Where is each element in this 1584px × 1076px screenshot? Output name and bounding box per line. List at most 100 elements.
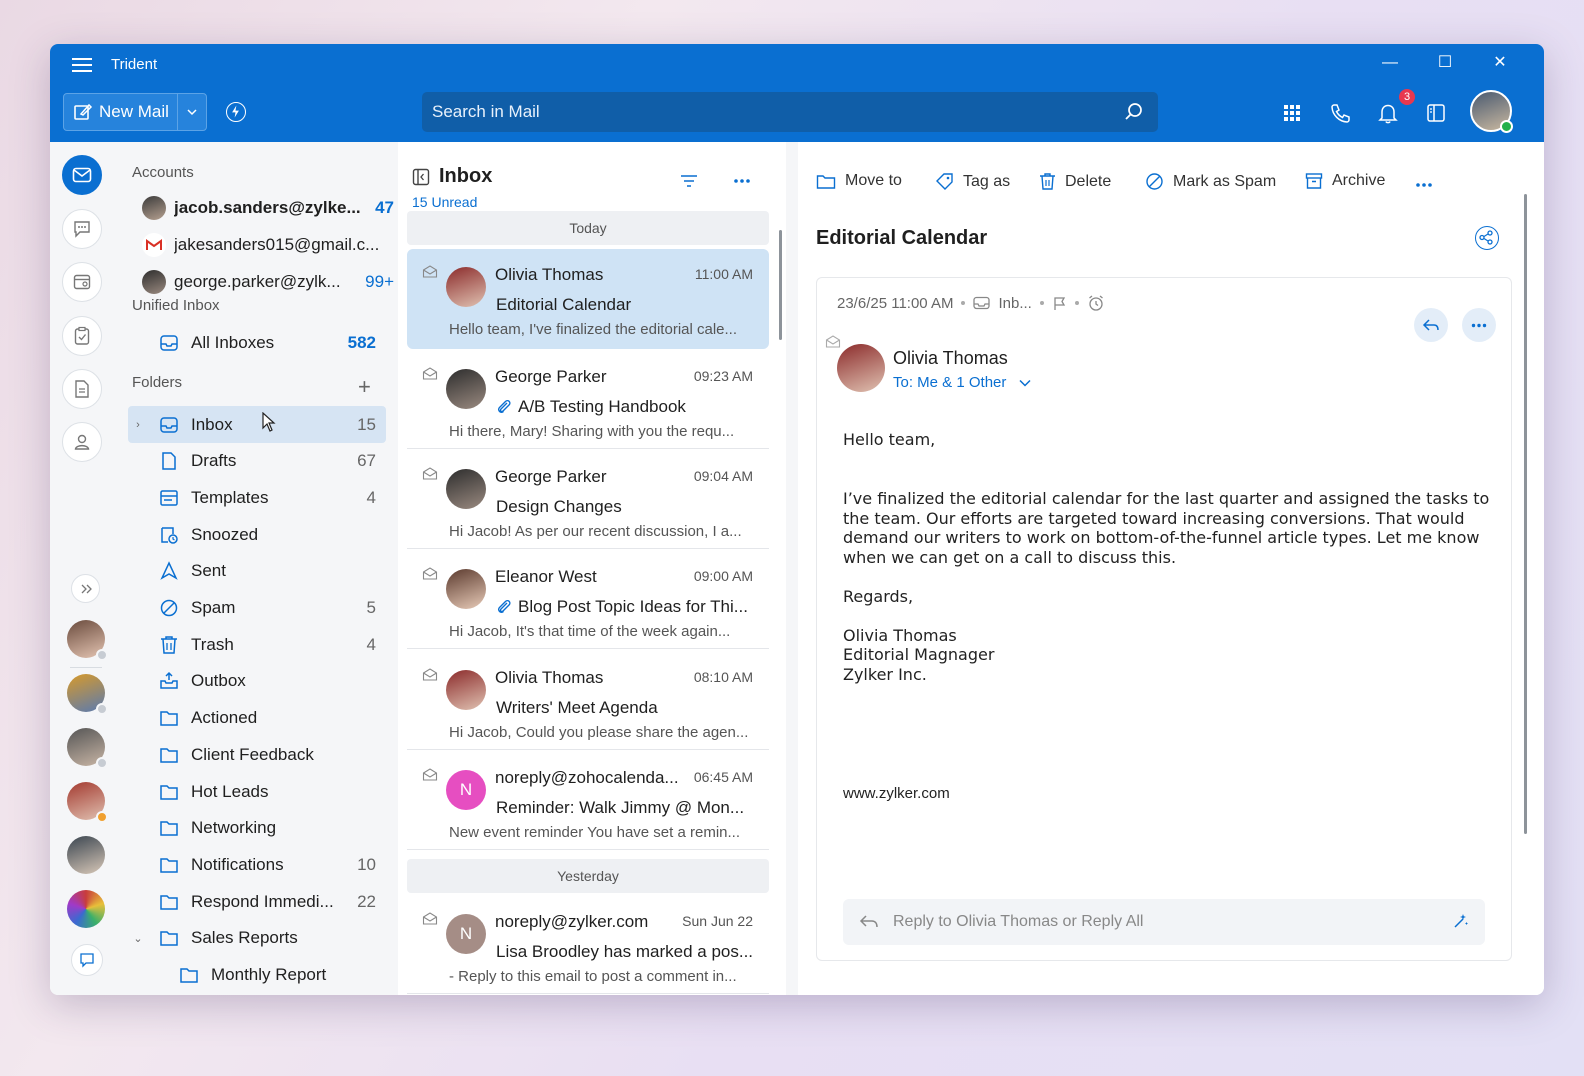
contact-avatar[interactable] (67, 674, 108, 715)
mail-list-item[interactable]: Eleanor West 09:00 AM Blog Post Topic Idea… (407, 551, 769, 649)
rail-chat-button[interactable] (62, 209, 102, 249)
folder-inbox[interactable]: › Inbox 15 (128, 406, 386, 443)
folder-outbox[interactable]: Outbox (128, 663, 386, 700)
tag-icon (936, 173, 953, 190)
chevron-right-icon[interactable]: › (128, 419, 148, 431)
reader-scrollbar[interactable] (1524, 194, 1527, 834)
mark-as-spam-button[interactable]: Mark as Spam (1145, 172, 1276, 191)
bell-icon[interactable] (1377, 102, 1399, 124)
contact-avatar[interactable] (67, 728, 108, 769)
rail-feedback-button[interactable] (71, 944, 103, 976)
mail-list-item[interactable]: George Parker 09:04 AM Design Changes Hi Ja… (407, 451, 769, 549)
folder-count: 5 (366, 598, 376, 617)
mail-list-item[interactable]: Olivia Thomas 11:00 AM Editorial Calendar H… (407, 249, 769, 349)
mail-subject: Reminder: Walk Jimmy @ Mon... (496, 798, 745, 817)
contact-avatar[interactable] (67, 620, 108, 661)
signature-company: Zylker Inc. (843, 665, 927, 684)
envelope-open-icon[interactable] (422, 912, 438, 925)
unread-count[interactable]: 15 Unread (412, 194, 477, 210)
reading-pane: Move to Tag as Delete Mark as Spam Archi… (798, 142, 1544, 995)
more-actions-icon[interactable] (1415, 182, 1433, 188)
apps-grid-icon[interactable] (1281, 102, 1303, 124)
all-inboxes-item[interactable]: All Inboxes 582 (128, 324, 386, 361)
folder-drafts[interactable]: Drafts 67 (128, 443, 386, 480)
mail-list-item[interactable]: Nnoreply@zylker.com Sun Jun 22 Lisa Broodl… (407, 896, 769, 994)
mail-subject: Editorial Calendar (496, 295, 632, 314)
envelope-open-icon[interactable] (422, 668, 438, 681)
add-folder-icon[interactable]: + (358, 374, 371, 400)
search-bar[interactable] (422, 92, 1158, 132)
ai-sparkle-icon[interactable] (1451, 913, 1469, 931)
quick-reply-box[interactable]: Reply to Olivia Thomas or Reply All (843, 899, 1485, 945)
folder-sent[interactable]: Sent (128, 553, 386, 590)
mail-list-item[interactable]: George Parker 09:23 AM A/B Testing Handboo… (407, 351, 769, 449)
new-mail-button[interactable]: New Mail (63, 93, 207, 131)
mail-list-item[interactable]: Nnoreply@zohocalenda... 06:45 AM Reminder:… (407, 752, 769, 850)
close-button[interactable]: ✕ (1485, 52, 1515, 74)
envelope-open-icon[interactable] (422, 768, 438, 781)
search-icon[interactable] (1124, 102, 1144, 122)
phone-icon[interactable] (1329, 102, 1351, 124)
folder-monthly-report[interactable]: Monthly Report (148, 957, 396, 994)
rail-contacts-button[interactable] (62, 422, 102, 462)
rail-expand-button[interactable] (71, 574, 100, 603)
move-to-button[interactable]: Move to (816, 172, 902, 190)
archive-button[interactable]: Archive (1305, 172, 1385, 190)
rail-notes-button[interactable] (62, 369, 102, 409)
contact-avatar[interactable] (67, 890, 105, 928)
folder-respond-immedi[interactable]: Respond Immedi... 22 (128, 883, 386, 920)
new-mail-dropdown[interactable] (177, 94, 206, 130)
account-item[interactable]: george.parker@zylk... 99+ (142, 268, 394, 296)
account-item[interactable]: jacob.sanders@zylke... 47 (142, 194, 394, 222)
contact-avatar[interactable] (67, 782, 108, 823)
more-options-icon[interactable] (733, 178, 751, 184)
envelope-open-icon[interactable] (422, 265, 438, 278)
rail-mail-button[interactable] (62, 155, 102, 195)
folder-sales-reports[interactable]: ⌄ Sales Reports (128, 920, 386, 957)
menu-icon[interactable] (72, 58, 92, 72)
collapse-pane-icon[interactable] (412, 168, 430, 186)
envelope-open-icon[interactable] (422, 467, 438, 480)
share-icon[interactable] (1475, 226, 1499, 250)
maximize-button[interactable]: ☐ (1430, 52, 1460, 74)
contact-avatar[interactable] (67, 836, 105, 874)
mail-time: 06:45 AM (693, 769, 753, 785)
folder-hot-leads[interactable]: Hot Leads (128, 773, 386, 810)
rail-calendar-button[interactable] (62, 262, 102, 302)
recipients[interactable]: To: Me & 1 Other (893, 374, 1031, 391)
reminder-clock-icon[interactable] (1087, 294, 1105, 312)
chevron-down-icon[interactable]: ⌄ (128, 932, 148, 945)
folder-spam[interactable]: Spam 5 (128, 590, 386, 627)
website-link[interactable]: www.zylker.com (843, 784, 1493, 804)
account-item[interactable]: jakesanders015@gmail.c... (142, 231, 394, 259)
folder-templates[interactable]: Templates 4 (128, 479, 386, 516)
search-input[interactable] (422, 92, 1158, 132)
folder-networking[interactable]: Networking (128, 810, 386, 847)
minimize-button[interactable]: — (1375, 52, 1405, 74)
email-folder[interactable]: Inb... (998, 295, 1031, 312)
list-scrollbar[interactable] (779, 230, 782, 340)
inbox-icon (158, 415, 180, 435)
rail-tasks-button[interactable] (62, 316, 102, 356)
mail-list-item[interactable]: Olivia Thomas 08:10 AM Writers' Meet Agend… (407, 652, 769, 750)
flag-icon[interactable] (1052, 296, 1067, 311)
email-more-button[interactable] (1462, 308, 1496, 342)
envelope-open-icon[interactable] (422, 567, 438, 580)
folder-actioned[interactable]: Actioned (128, 700, 386, 737)
tag-as-button[interactable]: Tag as (935, 172, 1010, 191)
panel-icon[interactable] (1425, 102, 1447, 124)
profile-avatar[interactable] (1470, 90, 1513, 133)
sender-name[interactable]: Olivia Thomas (893, 348, 1008, 369)
folder-snoozed[interactable]: Snoozed (128, 516, 386, 553)
filter-icon[interactable] (680, 174, 698, 188)
envelope-open-icon[interactable] (422, 367, 438, 380)
quick-actions-icon[interactable] (226, 102, 246, 122)
delete-button[interactable]: Delete (1039, 172, 1111, 191)
folder-client-feedback[interactable]: Client Feedback (128, 736, 386, 773)
mouse-cursor-icon (262, 411, 276, 437)
folder-notifications[interactable]: Notifications 10 (128, 846, 386, 883)
folder-trash[interactable]: Trash 4 (128, 626, 386, 663)
reply-button[interactable] (1414, 308, 1448, 342)
sender-avatar[interactable] (837, 344, 885, 392)
folder-pane: Accounts jacob.sanders@zylke... 47 jakes… (118, 142, 396, 995)
